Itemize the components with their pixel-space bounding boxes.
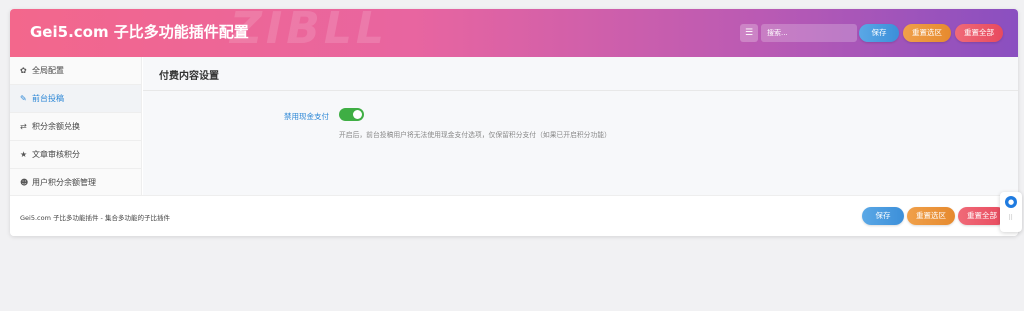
- sidebar-item-submission[interactable]: ✎ 前台投稿: [10, 85, 141, 113]
- section-header: 付费内容设置: [143, 57, 1018, 91]
- menu-toggle-icon[interactable]: ☰: [740, 24, 758, 42]
- header-reset-all-button[interactable]: 重置全部: [955, 24, 1003, 42]
- footer-reset-section-button[interactable]: 重置选区: [907, 207, 955, 225]
- sidebar-item-label: 积分余额兑换: [32, 122, 80, 131]
- edit-icon: ✎: [20, 94, 27, 103]
- chat-icon[interactable]: ●: [1005, 196, 1017, 208]
- main-content: 付费内容设置 禁用现金支付 开启后，前台投稿用户将无法使用现金支付选项，仅保留积…: [143, 57, 1018, 195]
- sidebar-item-label: 前台投稿: [32, 94, 64, 103]
- sidebar: ✿ 全局配置 ✎ 前台投稿 ⇄ 积分余额兑换 ★ 文章审核积分 ☻ 用户积分余额管理: [10, 57, 142, 197]
- users-icon: ☻: [20, 178, 29, 187]
- sidebar-item-review-points[interactable]: ★ 文章审核积分: [10, 141, 141, 169]
- header-watermark: ZIBLL: [230, 9, 388, 54]
- sidebar-item-label: 文章审核积分: [32, 150, 80, 159]
- exchange-icon: ⇄: [20, 122, 27, 131]
- footer: Gei5.com 子比多功能插件 - 集合多功能的子比插件 保存 重置选区 重置…: [10, 195, 1018, 236]
- sidebar-item-label: 用户积分余额管理: [32, 178, 96, 187]
- sidebar-item-user-points[interactable]: ☻ 用户积分余额管理: [10, 169, 141, 197]
- header-save-button[interactable]: 保存: [859, 24, 899, 42]
- sidebar-item-global[interactable]: ✿ 全局配置: [10, 57, 141, 85]
- section-title: 付费内容设置: [159, 71, 219, 82]
- sidebar-item-label: 全局配置: [32, 66, 64, 75]
- option-description: 开启后，前台投稿用户将无法使用现金支付选项，仅保留积分支付（如果已开启积分功能）: [339, 131, 611, 139]
- option-label: 禁用现金支付: [284, 112, 329, 121]
- footer-text: Gei5.com 子比多功能插件 - 集合多功能的子比插件: [20, 214, 170, 222]
- disable-cash-payment-toggle[interactable]: [339, 108, 364, 121]
- header-reset-section-button[interactable]: 重置选区: [903, 24, 951, 42]
- star-icon: ★: [20, 150, 28, 159]
- header: ZIBLL Gei5.com 子比多功能插件配置 ☰ 保存 重置选区 重置全部: [10, 9, 1018, 57]
- settings-panel: ZIBLL Gei5.com 子比多功能插件配置 ☰ 保存 重置选区 重置全部 …: [10, 9, 1018, 236]
- footer-save-button[interactable]: 保存: [862, 207, 904, 225]
- search-input[interactable]: [761, 24, 857, 42]
- page-title: Gei5.com 子比多功能插件配置: [30, 23, 249, 41]
- footer-reset-all-button[interactable]: 重置全部: [958, 207, 1006, 225]
- floating-widget: ● ⠿: [1000, 192, 1022, 232]
- sidebar-item-exchange[interactable]: ⇄ 积分余额兑换: [10, 113, 141, 141]
- drag-handle-icon[interactable]: ⠿: [1008, 214, 1013, 222]
- gear-icon: ✿: [20, 66, 27, 75]
- toggle-knob: [353, 110, 362, 119]
